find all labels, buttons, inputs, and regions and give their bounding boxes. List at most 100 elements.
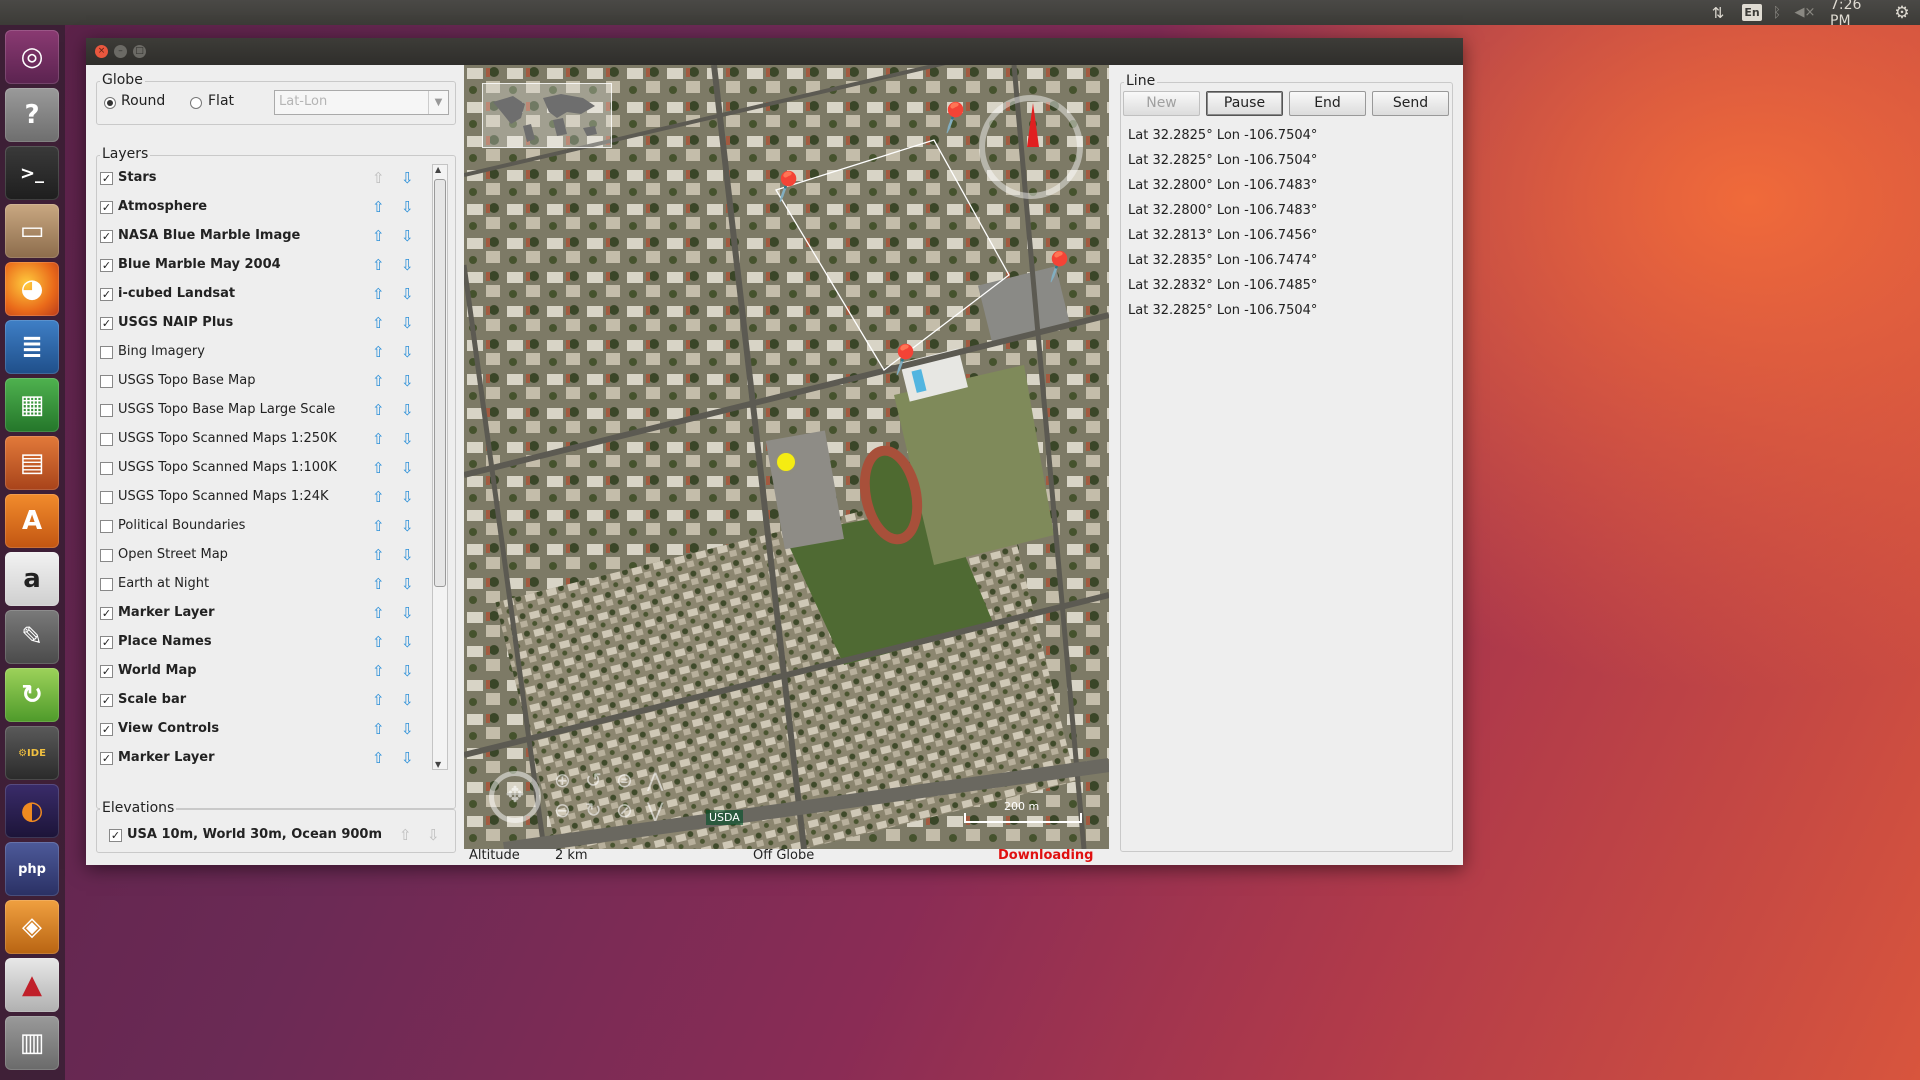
keyboard-layout-indicator[interactable]: En: [1742, 4, 1762, 21]
firefox-icon[interactable]: ◕: [5, 262, 59, 316]
layer-row[interactable]: ✓ NASA Blue Marble Image ⇧ ⇩: [100, 223, 414, 252]
move-up-icon[interactable]: ⇧: [372, 691, 385, 709]
layer-row[interactable]: ✓ Stars ⇧ ⇩: [100, 165, 414, 194]
exaggeration-down-icon[interactable]: ⋁: [647, 798, 663, 822]
move-down-icon[interactable]: ⇩: [401, 720, 414, 738]
calc-icon[interactable]: ▦: [5, 378, 59, 432]
move-up-icon[interactable]: ⇧: [372, 517, 385, 535]
software-center-icon[interactable]: A: [5, 494, 59, 548]
impress-icon[interactable]: ▤: [5, 436, 59, 490]
eclipse-icon[interactable]: ◐: [5, 784, 59, 838]
rotate-left-icon[interactable]: ↺: [585, 768, 602, 792]
move-down-icon[interactable]: ⇩: [401, 546, 414, 564]
move-up-icon[interactable]: ⇧: [372, 575, 385, 593]
layer-checkbox[interactable]: [100, 520, 113, 533]
move-down-icon[interactable]: ⇩: [401, 169, 414, 187]
tilt-down-icon[interactable]: ⊘: [616, 798, 633, 822]
elevation-row[interactable]: ✓ USA 10m, World 30m, Ocean 900m ⇧ ⇩: [109, 822, 440, 851]
move-down-icon[interactable]: ⇩: [401, 401, 414, 419]
move-up-icon[interactable]: ⇧: [372, 488, 385, 506]
move-down-icon[interactable]: ⇩: [401, 633, 414, 651]
layer-checkbox[interactable]: [100, 578, 113, 591]
move-up-icon[interactable]: ⇧: [372, 256, 385, 274]
move-up-icon[interactable]: ⇧: [372, 546, 385, 564]
layer-checkbox[interactable]: ✓: [100, 723, 113, 736]
layer-row[interactable]: ✓ Marker Layer ⇧ ⇩: [100, 745, 414, 770]
move-up-icon[interactable]: ⇧: [372, 459, 385, 477]
move-up-icon[interactable]: ⇧: [372, 198, 385, 216]
move-up-icon[interactable]: ⇧: [372, 662, 385, 680]
layer-row[interactable]: USGS Topo Base Map ⇧ ⇩: [100, 368, 414, 397]
move-down-icon[interactable]: ⇩: [401, 343, 414, 361]
layer-checkbox[interactable]: ✓: [100, 201, 113, 214]
layer-row[interactable]: USGS Topo Scanned Maps 1:250K ⇧ ⇩: [100, 426, 414, 455]
scroll-up-icon[interactable]: ▲: [435, 165, 441, 174]
scrollbar-thumb[interactable]: [434, 179, 446, 587]
move-down-icon[interactable]: ⇩: [401, 372, 414, 390]
world-map-overview[interactable]: [482, 83, 612, 148]
scroll-down-icon[interactable]: ▼: [435, 760, 441, 769]
zoom-in-icon[interactable]: ⊕: [554, 768, 571, 792]
send-button[interactable]: Send: [1372, 91, 1449, 116]
update-manager-icon[interactable]: ↻: [5, 668, 59, 722]
move-down-icon[interactable]: ⇩: [401, 604, 414, 622]
layer-row[interactable]: ✓ World Map ⇧ ⇩: [100, 658, 414, 687]
layer-checkbox[interactable]: ✓: [100, 607, 113, 620]
coordinate-entry[interactable]: Lat 32.2800° Lon -106.7483°: [1128, 178, 1317, 193]
layer-row[interactable]: ✓ Scale bar ⇧ ⇩: [100, 687, 414, 716]
move-up-icon[interactable]: ⇧: [372, 169, 385, 187]
move-down-icon[interactable]: ⇩: [401, 488, 414, 506]
layer-checkbox[interactable]: [100, 462, 113, 475]
elevation-checkbox[interactable]: ✓: [109, 829, 122, 842]
bluetooth-icon[interactable]: ᛒ: [1770, 4, 1784, 21]
trash-icon[interactable]: ▥: [5, 1016, 59, 1070]
exaggeration-up-icon[interactable]: ⋀: [647, 768, 663, 792]
network-icon[interactable]: ⇅: [1709, 4, 1727, 22]
coordinate-entry[interactable]: Lat 32.2835° Lon -106.7474°: [1128, 253, 1317, 268]
layer-row[interactable]: USGS Topo Base Map Large Scale ⇧ ⇩: [100, 397, 414, 426]
move-down-icon[interactable]: ⇩: [401, 198, 414, 216]
move-down-icon[interactable]: ⇩: [401, 749, 414, 767]
move-down-icon[interactable]: ⇩: [401, 662, 414, 680]
pan-control-icon[interactable]: ✥: [489, 771, 541, 823]
layer-row[interactable]: Open Street Map ⇧ ⇩: [100, 542, 414, 571]
layer-checkbox[interactable]: [100, 433, 113, 446]
coordinate-entry[interactable]: Lat 32.2832° Lon -106.7485°: [1128, 278, 1317, 293]
layer-checkbox[interactable]: [100, 491, 113, 504]
move-down-icon[interactable]: ⇩: [401, 285, 414, 303]
layer-row[interactable]: ✓ Marker Layer ⇧ ⇩: [100, 600, 414, 629]
layer-checkbox[interactable]: [100, 404, 113, 417]
move-down-icon[interactable]: ⇩: [401, 575, 414, 593]
rotate-right-icon[interactable]: ↻: [585, 798, 602, 822]
move-down-icon[interactable]: ⇩: [401, 459, 414, 477]
layer-row[interactable]: USGS Topo Scanned Maps 1:100K ⇧ ⇩: [100, 455, 414, 484]
move-up-icon[interactable]: ⇧: [372, 314, 385, 332]
ubuntu-dash-icon[interactable]: ◎: [5, 30, 59, 84]
move-down-icon[interactable]: ⇩: [401, 517, 414, 535]
compass-icon[interactable]: [979, 95, 1083, 199]
layer-row[interactable]: Bing Imagery ⇧ ⇩: [100, 339, 414, 368]
end-button[interactable]: End: [1289, 91, 1366, 116]
clock[interactable]: 7:26 PM: [1830, 0, 1886, 29]
move-down-icon[interactable]: ⇩: [401, 227, 414, 245]
move-up-icon[interactable]: ⇧: [372, 343, 385, 361]
move-up-icon[interactable]: ⇧: [372, 720, 385, 738]
coordinate-entry[interactable]: Lat 32.2825° Lon -106.7504°: [1128, 128, 1317, 143]
move-down-icon[interactable]: ⇩: [401, 691, 414, 709]
layer-checkbox[interactable]: [100, 549, 113, 562]
move-up-icon[interactable]: ⇧: [372, 633, 385, 651]
java-ee-ide-icon[interactable]: ⚙IDE: [5, 726, 59, 780]
java-app-icon[interactable]: ▲: [5, 958, 59, 1012]
layer-checkbox[interactable]: ✓: [100, 636, 113, 649]
layer-checkbox[interactable]: ✓: [100, 172, 113, 185]
move-up-icon[interactable]: ⇧: [372, 749, 385, 767]
layer-row[interactable]: USGS Topo Scanned Maps 1:24K ⇧ ⇩: [100, 484, 414, 513]
move-up-icon[interactable]: ⇧: [372, 372, 385, 390]
coordinate-entry[interactable]: Lat 32.2800° Lon -106.7483°: [1128, 203, 1317, 218]
writer-icon[interactable]: ≣: [5, 320, 59, 374]
layer-checkbox[interactable]: [100, 346, 113, 359]
layer-checkbox[interactable]: ✓: [100, 259, 113, 272]
layer-checkbox[interactable]: ✓: [100, 288, 113, 301]
layer-checkbox[interactable]: ✓: [100, 665, 113, 678]
move-up-icon[interactable]: ⇧: [372, 401, 385, 419]
